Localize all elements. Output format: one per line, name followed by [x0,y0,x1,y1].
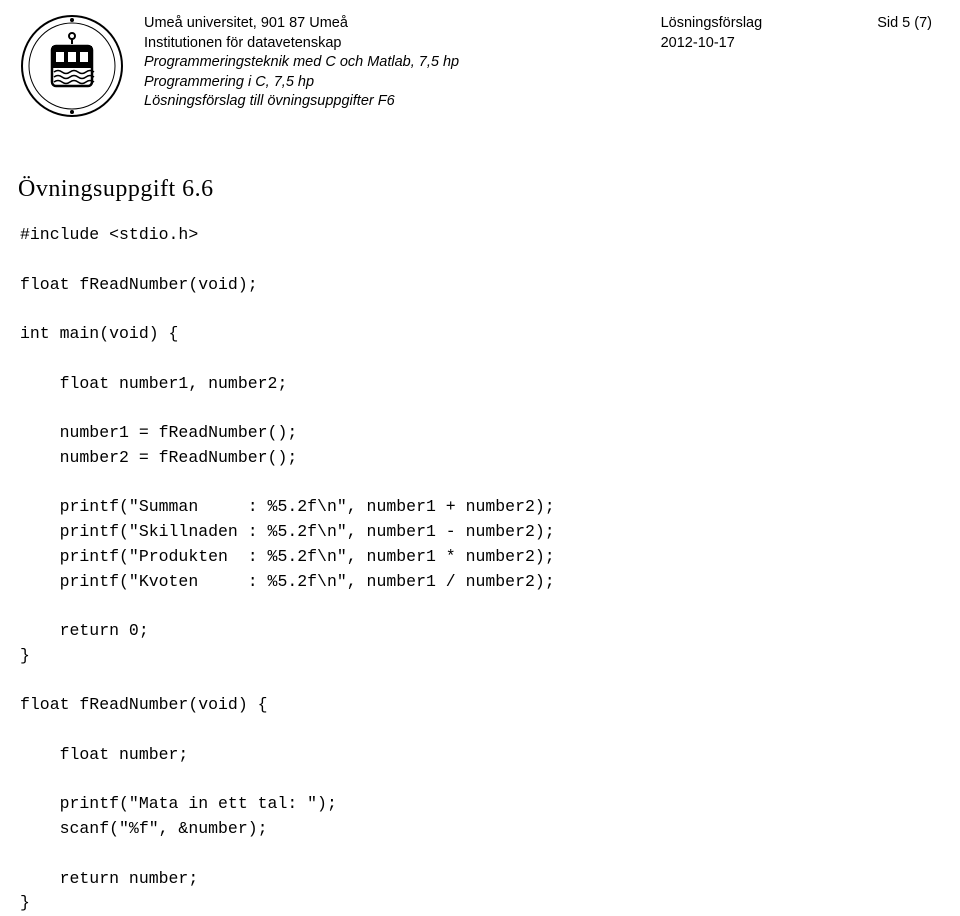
page-number: Sid 5 (7) [877,14,932,34]
department-name: Institutionen för datavetenskap [144,34,459,54]
umea-logo-icon: U M E Å [18,12,126,120]
course-line-2: Programmering i C, 7,5 hp [144,73,459,93]
code-line: #include <stdio.h> [20,225,198,244]
code-line: float fReadNumber(void); [20,275,258,294]
code-line: } [20,893,30,912]
header-right-block: Lösningsförslag Sid 5 (7) 2012-10-17 [661,14,932,53]
page-container: U M E Å Umeå universitet, 901 87 Umeå [0,0,960,916]
code-line: int main(void) { [20,324,178,343]
exercise-heading: Övningsuppgift 6.6 [18,176,932,203]
doc-type-label: Lösningsförslag [661,14,763,34]
code-line: printf("Skillnaden : %5.2f\n", number1 -… [20,522,555,541]
university-address: Umeå universitet, 901 87 Umeå [144,14,459,34]
code-line: printf("Mata in ett tal: "); [20,794,337,813]
code-line: return number; [20,869,198,888]
code-line: printf("Summan : %5.2f\n", number1 + num… [20,497,555,516]
doc-subtitle: Lösningsförslag till övningsuppgifter F6 [144,92,459,112]
code-line: float number; [20,745,188,764]
code-line: number2 = fReadNumber(); [20,448,297,467]
code-line: float fReadNumber(void) { [20,695,268,714]
code-line: return 0; [20,621,149,640]
university-info-block: Umeå universitet, 901 87 Umeå Institutio… [144,14,459,112]
page-header: U M E Å Umeå universitet, 901 87 Umeå [18,14,932,120]
code-line: float number1, number2; [20,374,287,393]
code-line: number1 = fReadNumber(); [20,423,297,442]
code-line: } [20,646,30,665]
university-logo: U M E Å [18,12,126,120]
code-line: printf("Produkten : %5.2f\n", number1 * … [20,547,555,566]
code-block: #include <stdio.h> float fReadNumber(voi… [20,223,932,916]
doc-date: 2012-10-17 [661,34,932,54]
code-line: printf("Kvoten : %5.2f\n", number1 / num… [20,572,555,591]
code-line: scanf("%f", &number); [20,819,268,838]
course-line-1: Programmeringsteknik med C och Matlab, 7… [144,53,459,73]
svg-text:U M E Å: U M E Å [18,12,48,14]
